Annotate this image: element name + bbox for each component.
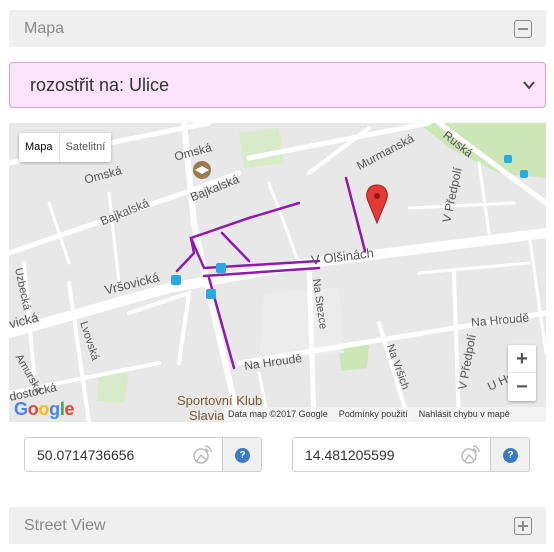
google-logo: Google bbox=[14, 399, 75, 419]
gps-satellite-icon[interactable] bbox=[460, 443, 482, 465]
zoom-control: + − bbox=[508, 345, 536, 401]
help-icon: ? bbox=[503, 448, 518, 463]
latitude-group: ? bbox=[24, 437, 262, 472]
terms-link[interactable]: Podmínky použití bbox=[339, 409, 408, 420]
poi-label: Slavia bbox=[189, 408, 225, 422]
gps-satellite-icon[interactable] bbox=[192, 443, 214, 465]
map-data-credit: Data map ©2017 Google bbox=[228, 409, 328, 419]
map-footer: Data map ©2017 Google Podmínky použití N… bbox=[224, 407, 546, 422]
longitude-group: ? bbox=[292, 437, 530, 472]
select-value: rozostřit na: Ulice bbox=[30, 75, 170, 95]
blur-level-select[interactable]: rozostřit na: Ulice bbox=[9, 62, 546, 108]
map-view[interactable]: Omská Omská Bajkalská Bajkalská Murmansk… bbox=[9, 123, 546, 422]
street-view-panel-title: Street View bbox=[24, 517, 106, 534]
map-type-control: Mapa Satelitní bbox=[19, 133, 112, 162]
report-error-link[interactable]: Nahlásit chybu v mapě bbox=[419, 409, 510, 420]
collapse-icon[interactable] bbox=[514, 20, 532, 38]
map-panel-title: Mapa bbox=[24, 20, 65, 37]
help-icon: ? bbox=[235, 448, 250, 463]
latitude-help-button[interactable]: ? bbox=[223, 437, 262, 472]
street-view-panel-header[interactable]: Street View bbox=[9, 507, 546, 544]
expand-icon[interactable] bbox=[514, 517, 532, 535]
zoom-out-button[interactable]: − bbox=[508, 373, 536, 401]
longitude-help-button[interactable]: ? bbox=[491, 437, 530, 472]
map-type-satellite-button[interactable]: Satelitní bbox=[60, 133, 112, 162]
chevron-down-icon bbox=[523, 81, 535, 90]
zoom-in-button[interactable]: + bbox=[508, 345, 536, 373]
map-type-map-button[interactable]: Mapa bbox=[19, 133, 60, 162]
map-panel-header[interactable]: Mapa bbox=[9, 10, 546, 47]
poi-label: Sportovní Klub bbox=[177, 393, 263, 408]
